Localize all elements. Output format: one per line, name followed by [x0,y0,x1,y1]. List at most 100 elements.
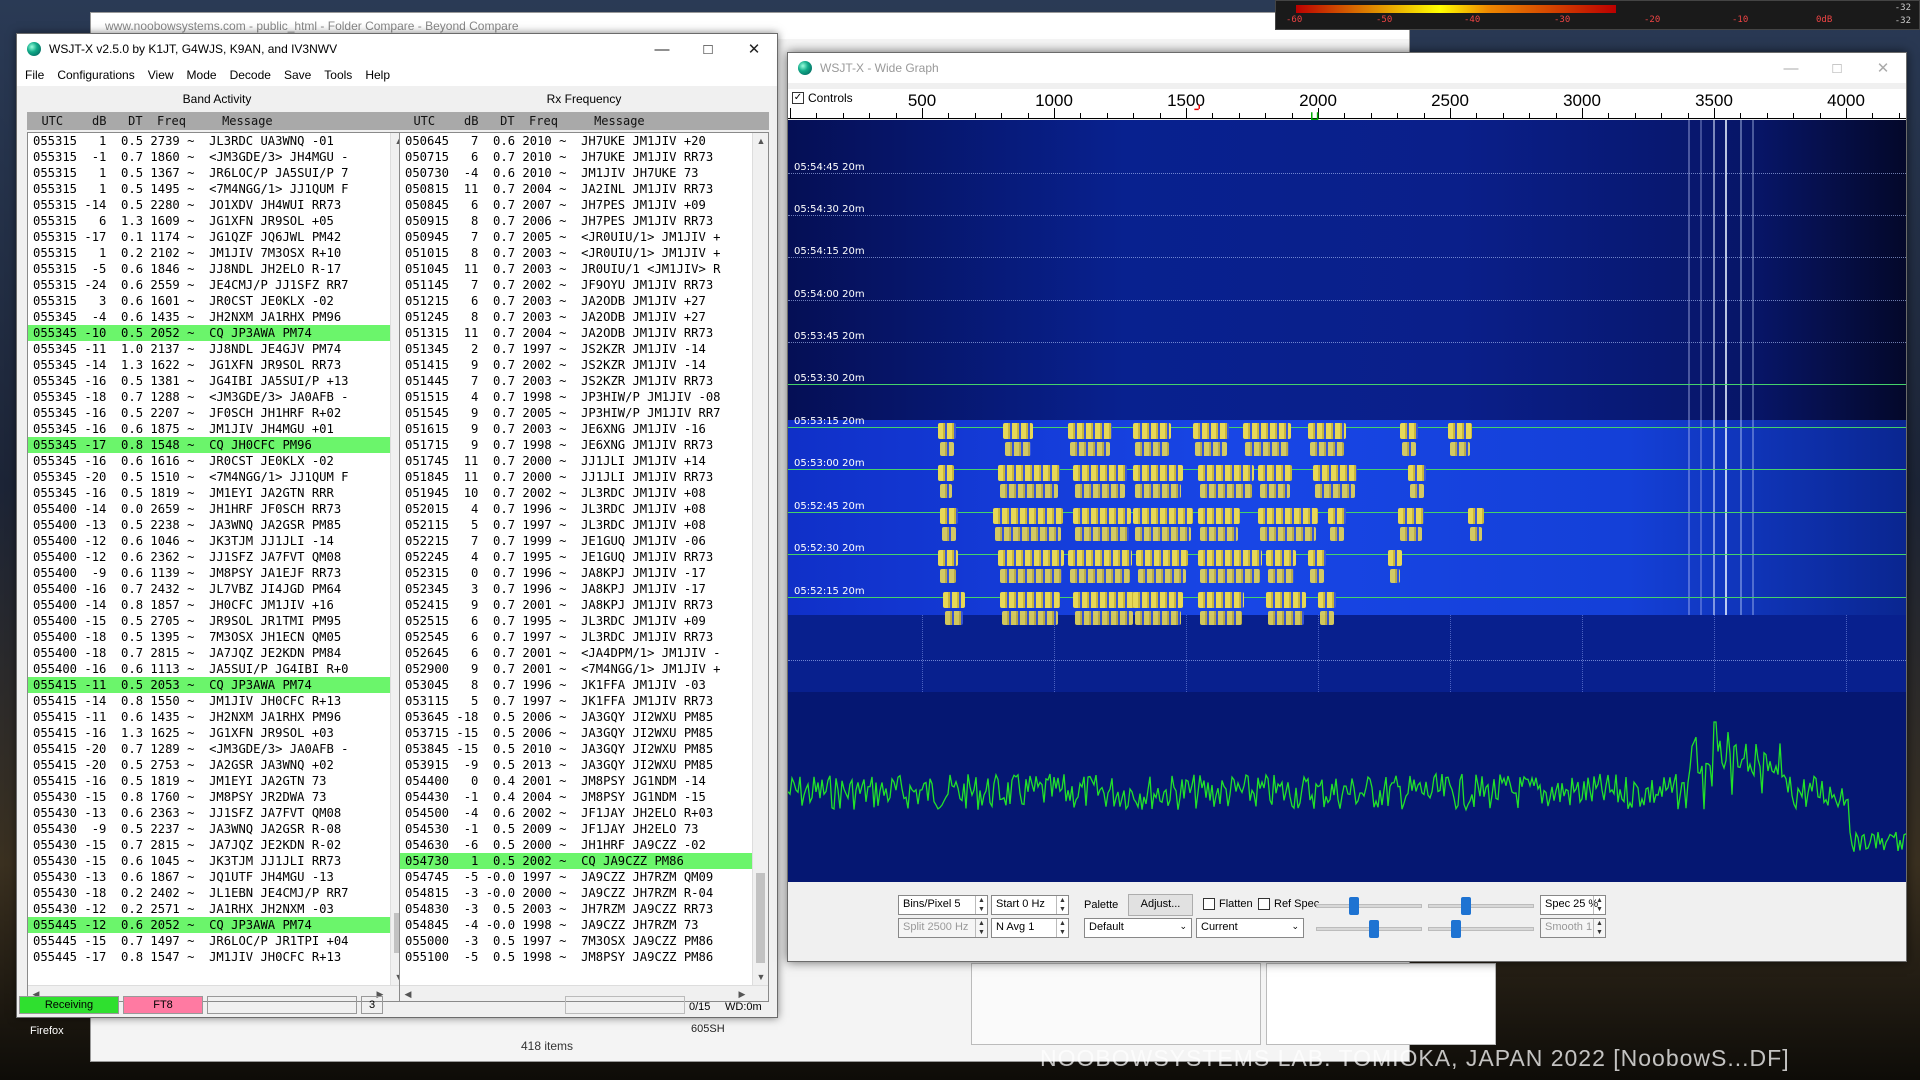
rx-frequency-row[interactable]: 054630 -6 0.5 2000 ~ JH1HRF JA9CZZ -02 [400,837,768,853]
rx-frequency-row[interactable]: 050730 -4 0.6 2010 ~ JM1JIV JH7UKE 73 [400,165,768,181]
band-activity-row[interactable]: 055445 -15 0.7 1497 ~ JR6LOC/P JR1TPI +0… [28,933,406,949]
band-activity-row[interactable]: 055315 -1 0.7 1860 ~ <JM3GDE/3> JH4MGU - [28,149,406,165]
rx-frequency-row[interactable]: 054830 -3 0.5 2003 ~ JH7RZM JA9CZZ RR73 [400,901,768,917]
rx-frequency-row[interactable]: 054430 -1 0.4 2004 ~ JM8PSY JG1NDM -15 [400,789,768,805]
rx-frequency-row[interactable]: 054500 -4 0.6 2002 ~ JF1JAY JH2ELO R+03 [400,805,768,821]
band-activity-row[interactable]: 055315 3 0.6 1601 ~ JR0CST JE0KLX -02 [28,293,406,309]
rx-frequency-row[interactable]: 052115 5 0.7 1997 ~ JL3RDC JM1JIV +08 [400,517,768,533]
band-activity-row[interactable]: 055430 -15 0.8 1760 ~ JM8PSY JR2DWA 73 [28,789,406,805]
spectrum-type-dropdown[interactable]: Current ⌄ [1196,918,1304,938]
band-activity-row[interactable]: 055345 -11 1.0 2137 ~ JJ8NDL JE4GJV PM74 [28,341,406,357]
band-activity-row[interactable]: 055315 1 0.5 2739 ~ JL3RDC UA3WNQ -01 [28,133,406,149]
rx-frequency-vscroll[interactable]: ▲ ▼ [752,133,768,985]
menu-file[interactable]: File [25,68,53,82]
start-frequency-spinbox[interactable]: Start 0 Hz ▲ ▼ [991,895,1069,915]
band-activity-row[interactable]: 055400 -9 0.6 1139 ~ JM8PSY JA1EJF RR73 [28,565,406,581]
spec-percent-spinbox[interactable]: Spec 25 % ▲ ▼ [1540,895,1606,915]
band-activity-row[interactable]: 055415 -14 0.8 1550 ~ JM1JIV JH0CFC R+13 [28,693,406,709]
band-activity-row[interactable]: 055400 -12 0.6 2362 ~ JJ1SFZ JA7FVT QM08 [28,549,406,565]
close-button[interactable]: ✕ [1860,53,1906,83]
band-activity-row[interactable]: 055345 -16 0.6 1616 ~ JR0CST JE0KLX -02 [28,453,406,469]
band-activity-row[interactable]: 055415 -20 0.7 1289 ~ <JM3GDE/3> JA0AFB … [28,741,406,757]
rx-frequency-row[interactable]: 052245 4 0.7 1995 ~ JE1GUQ JM1JIV RR73 [400,549,768,565]
maximize-button[interactable]: □ [1814,53,1860,83]
rx-frequency-row[interactable]: 054845 -4 -0.0 1998 ~ JA9CZZ JH7RZM 73 [400,917,768,933]
rx-frequency-row[interactable]: 051045 11 0.7 2003 ~ JR0UIU/1 <JM1JIV> R [400,261,768,277]
menu-mode[interactable]: Mode [187,68,226,82]
slider-handle[interactable] [1349,897,1359,915]
n-avg-spinbox[interactable]: N Avg 1 ▲ ▼ [991,918,1069,938]
palette-dropdown[interactable]: Default ⌄ [1084,918,1192,938]
band-activity-row[interactable]: 055400 -14 0.8 1857 ~ JH0CFC JM1JIV +16 [28,597,406,613]
check-icon[interactable]: ✓ [792,92,804,104]
rx-frequency-row[interactable]: 053645 -18 0.5 2006 ~ JA3GQY JI2WXU PM85 [400,709,768,725]
rx-frequency-row[interactable]: 051845 11 0.7 2000 ~ JJ1JLI JM1JIV RR73 [400,469,768,485]
rx-frequency-row[interactable]: 050715 6 0.7 2010 ~ JH7UKE JM1JIV RR73 [400,149,768,165]
rx-frequency-row[interactable]: 051445 7 0.7 2003 ~ JS2KZR JM1JIV RR73 [400,373,768,389]
rx-frequency-row[interactable]: 052345 3 0.7 1996 ~ JA8KPJ JM1JIV -17 [400,581,768,597]
rx-frequency-row[interactable]: 053845 -15 0.5 2010 ~ JA3GQY JI2WXU PM85 [400,741,768,757]
rx-frequency-row[interactable]: 050815 11 0.7 2004 ~ JA2INL JM1JIV RR73 [400,181,768,197]
rx-frequency-list[interactable]: 050645 7 0.6 2010 ~ JH7UKE JM1JIV +20 050… [399,132,769,1002]
band-activity-row[interactable]: 055430 -12 0.2 2571 ~ JA1RHX JH2NXM -03 [28,901,406,917]
band-activity-row[interactable]: 055430 -13 0.6 2363 ~ JJ1SFZ JA7FVT QM08 [28,805,406,821]
rx-frequency-row[interactable]: 051245 8 0.7 2003 ~ JA2ODB JM1JIV +27 [400,309,768,325]
band-activity-row[interactable]: 055400 -16 0.7 2432 ~ JL7VBZ JI4JGD PM64 [28,581,406,597]
rx-frequency-row[interactable]: 051345 2 0.7 1997 ~ JS2KZR JM1JIV -14 [400,341,768,357]
rx-frequency-row[interactable]: 051415 9 0.7 2002 ~ JS2KZR JM1JIV -14 [400,357,768,373]
slider-handle[interactable] [1451,920,1461,938]
rx-frequency-row[interactable]: 052545 6 0.7 1997 ~ JL3RDC JM1JIV RR73 [400,629,768,645]
scroll-down-icon[interactable]: ▼ [753,969,768,985]
rx-frequency-marker[interactable]: ⌏ [1194,101,1205,117]
close-button[interactable]: ✕ [731,34,777,64]
rx-frequency-row[interactable]: 053115 5 0.7 1997 ~ JK1FFA JM1JIV RR73 [400,693,768,709]
frequency-scale[interactable]: ✓ Controls 500 1000 1500 2000 2500 3000 … [788,89,1906,123]
rx-frequency-row[interactable]: 051945 10 0.7 2002 ~ JL3RDC JM1JIV +08 [400,485,768,501]
band-activity-row[interactable]: 055415 -16 1.3 1625 ~ JG1XFN JR9SOL +03 [28,725,406,741]
band-activity-row[interactable]: 055400 -18 0.7 2815 ~ JA7JQZ JE2KDN PM84 [28,645,406,661]
band-activity-cq-row[interactable]: 055345 -17 0.8 1548 ~ CQ JH0CFC PM96 [28,437,406,453]
menu-view[interactable]: View [148,68,183,82]
band-activity-row[interactable]: 055400 -16 0.6 1113 ~ JA5SUI/P JG4IBI R+… [28,661,406,677]
rx-frequency-row[interactable]: 053045 8 0.7 1996 ~ JK1FFA JM1JIV -03 [400,677,768,693]
rx-frequency-row[interactable]: 051015 8 0.7 2003 ~ <JR0UIU/1> JM1JIV + [400,245,768,261]
gain-slider[interactable] [1316,897,1422,915]
maximize-button[interactable]: □ [685,34,731,64]
rx-frequency-row[interactable]: 050915 8 0.7 2006 ~ JH7PES JM1JIV RR73 [400,213,768,229]
rx-frequency-cq-row[interactable]: 054730 1 0.5 2002 ~ CQ JA9CZZ PM86 [400,853,768,869]
band-activity-row[interactable]: 055345 -14 1.3 1622 ~ JG1XFN JR9SOL RR73 [28,357,406,373]
band-activity-row[interactable]: 055400 -14 0.0 2659 ~ JH1HRF JF0SCH RR73 [28,501,406,517]
band-activity-row[interactable]: 055315 -24 0.6 2559 ~ JE4CMJ/P JJ1SFZ RR… [28,277,406,293]
band-activity-row[interactable]: 055400 -15 0.5 2705 ~ JR9SOL JR1TMI PM95 [28,613,406,629]
rx-frequency-row[interactable]: 051315 11 0.7 2004 ~ JA2ODB JM1JIV RR73 [400,325,768,341]
band-activity-cq-row[interactable]: 055445 -12 0.6 2052 ~ CQ JP3AWA PM74 [28,917,406,933]
minimize-button[interactable]: — [1768,53,1814,83]
spin-arrows-icon[interactable]: ▲ ▼ [1593,896,1605,914]
rx-frequency-row[interactable]: 051145 7 0.7 2002 ~ JF9OYU JM1JIV RR73 [400,277,768,293]
band-activity-row[interactable]: 055315 6 1.3 1609 ~ JG1XFN JR9SOL +05 [28,213,406,229]
spectrum-display[interactable] [788,692,1906,882]
scroll-up-icon[interactable]: ▲ [753,133,768,149]
band-activity-row[interactable]: 055400 -12 0.6 1046 ~ JK3TJM JJ1JLI -14 [28,533,406,549]
band-activity-row[interactable]: 055345 -16 0.5 1819 ~ JM1EYI JA2GTN RRR [28,485,406,501]
rx-frequency-row[interactable]: 052315 0 0.7 1996 ~ JA8KPJ JM1JIV -17 [400,565,768,581]
rx-frequency-row[interactable]: 052515 6 0.7 1995 ~ JL3RDC JM1JIV +09 [400,613,768,629]
waterfall-display[interactable]: 05:54:45 20m 05:54:30 20m 05:54:15 20m 05:5… [788,120,1906,692]
adjust-button[interactable]: Adjust... [1128,894,1193,916]
band-activity-row[interactable]: 055345 -18 0.7 1288 ~ <JM3GDE/3> JA0AFB … [28,389,406,405]
band-activity-row[interactable]: 055415 -20 0.5 2753 ~ JA2GSR JA3WNQ +02 [28,757,406,773]
band-activity-row[interactable]: 055430 -15 0.7 2815 ~ JA7JQZ JE2KDN R-02 [28,837,406,853]
spectrum-zero-slider[interactable] [1428,920,1534,938]
bins-per-pixel-spinbox[interactable]: Bins/Pixel 5 ▲ ▼ [898,895,988,915]
band-activity-row[interactable]: 055315 -17 0.1 1174 ~ JG1QZF JQ6JWL PM42 [28,229,406,245]
rx-frequency-row[interactable]: 051615 9 0.7 2003 ~ JE6XNG JM1JIV -16 [400,421,768,437]
rx-frequency-row[interactable]: 054530 -1 0.5 2009 ~ JF1JAY JH2ELO 73 [400,821,768,837]
band-activity-row[interactable]: 055345 -4 0.6 1435 ~ JH2NXM JA1RHX PM96 [28,309,406,325]
band-activity-row[interactable]: 055445 -17 0.8 1547 ~ JM1JIV JH0CFC R+13 [28,949,406,965]
flatten-checkbox[interactable]: Flatten [1203,898,1253,910]
scroll-thumb[interactable] [756,873,765,963]
spectrum-gain-slider[interactable] [1316,920,1422,938]
rx-frequency-row[interactable]: 052415 9 0.7 2001 ~ JA8KPJ JM1JIV RR73 [400,597,768,613]
rx-frequency-row[interactable]: 054400 0 0.4 2001 ~ JM8PSY JG1NDM -14 [400,773,768,789]
controls-checkbox[interactable]: ✓ Controls [792,91,853,105]
